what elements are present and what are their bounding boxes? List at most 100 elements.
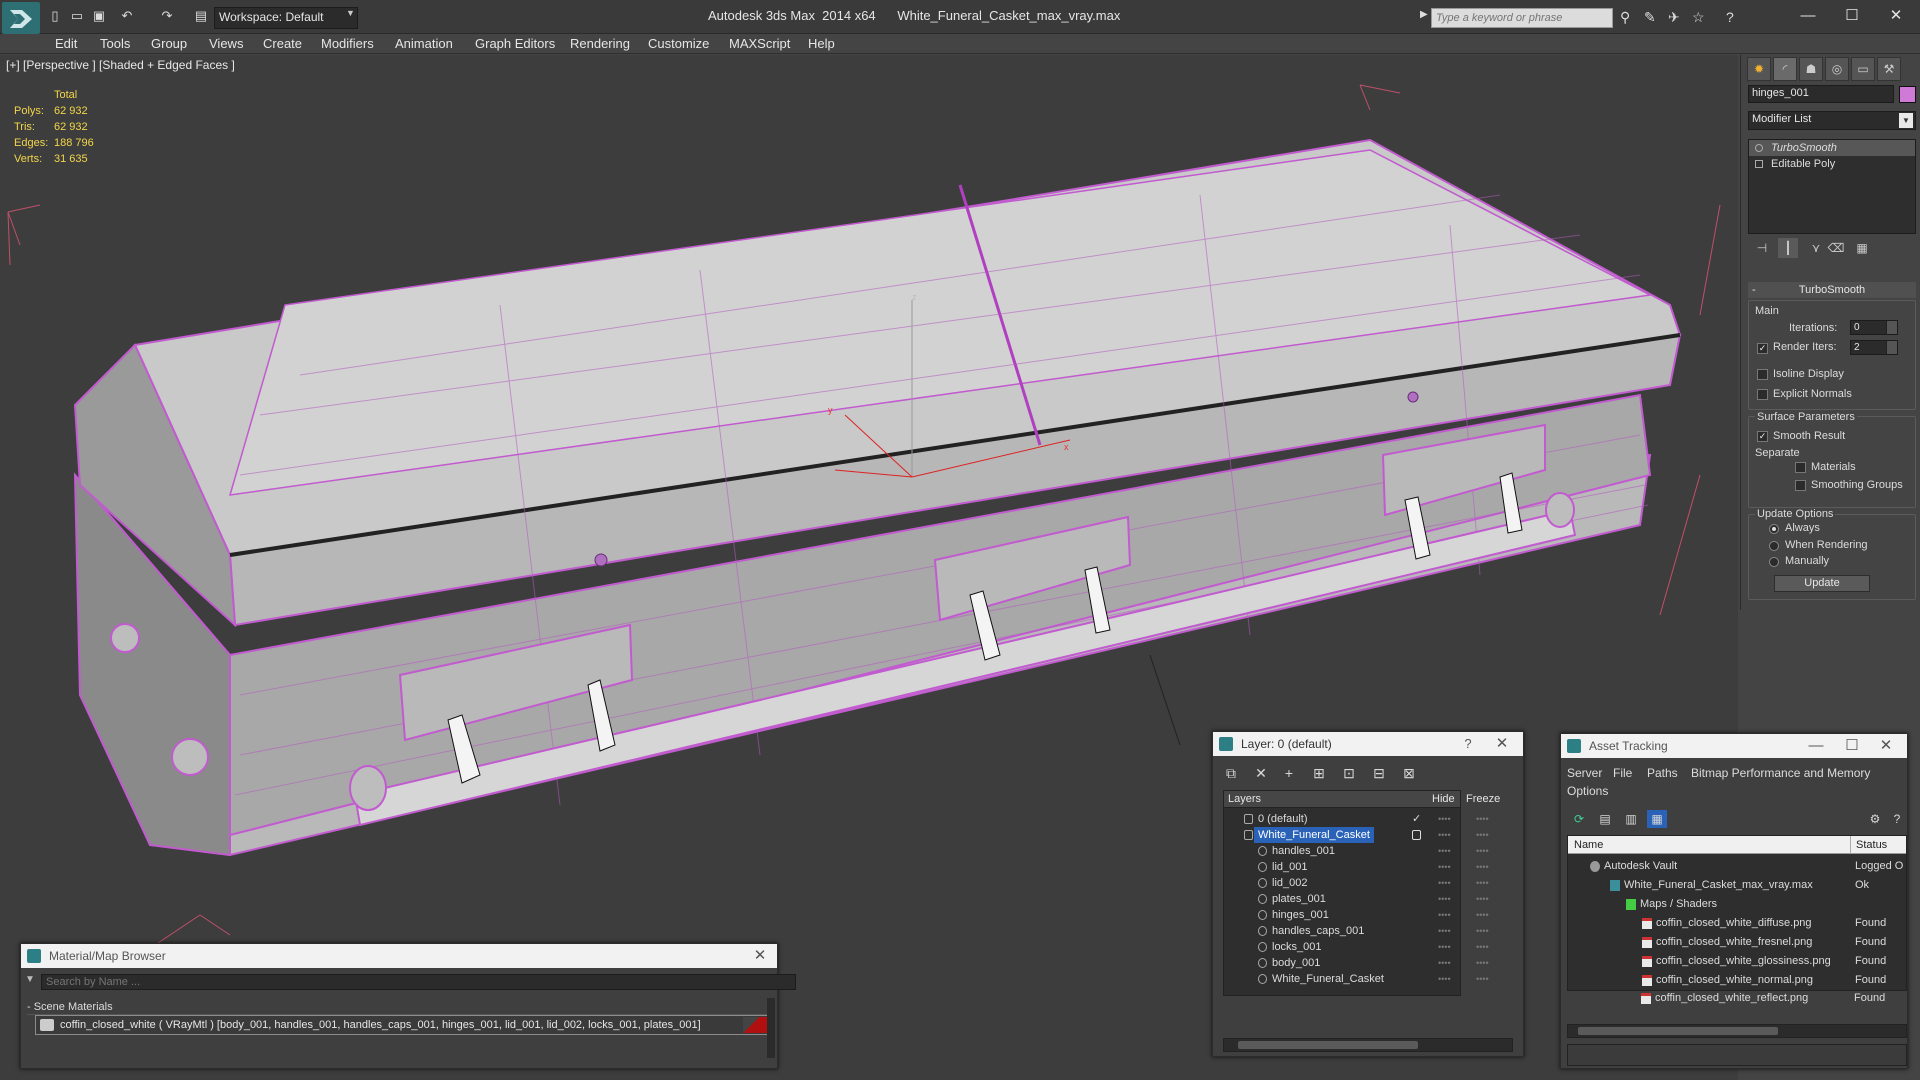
menu-maxscript[interactable]: MAXScript xyxy=(729,36,790,51)
menu-views[interactable]: Views xyxy=(209,36,243,51)
layer-row[interactable]: 0 (default) ✓ •••• •••• xyxy=(1224,811,1489,827)
lightbulb-icon[interactable] xyxy=(1755,144,1763,152)
asset-close-button[interactable]: ✕ xyxy=(1875,734,1897,758)
layer-options-icon[interactable]: ⧉ xyxy=(1221,764,1241,782)
asset-row[interactable]: coffin_closed_white_fresnel.png Found xyxy=(1568,934,1906,950)
hide-toggle[interactable]: •••• xyxy=(1438,971,1451,987)
add-to-layer-icon[interactable]: ⊞ xyxy=(1309,764,1329,782)
hide-toggle[interactable]: •••• xyxy=(1438,811,1451,827)
menu-customize[interactable]: Customize xyxy=(648,36,709,51)
freeze-toggle[interactable]: •••• xyxy=(1476,923,1489,939)
material-browser-titlebar[interactable]: Material/Map Browser ✕ xyxy=(21,944,777,968)
asset-row[interactable]: coffin_closed_white_diffuse.png Found xyxy=(1568,915,1906,931)
asset-menu-paths[interactable]: Paths xyxy=(1647,766,1678,780)
chevron-down-icon[interactable]: ▼ xyxy=(1899,113,1913,128)
chevron-down-icon[interactable]: ▼ xyxy=(346,8,355,18)
scene-materials-group[interactable]: - Scene Materials xyxy=(27,999,775,1015)
menu-animation[interactable]: Animation xyxy=(395,36,453,51)
layer-table[interactable]: Layers Hide Freeze 0 (default) ✓ •••• ••… xyxy=(1223,790,1500,996)
scrollbar-thumb[interactable] xyxy=(1578,1027,1778,1035)
create-tab-icon[interactable]: ✹ xyxy=(1747,57,1771,81)
redo-icon[interactable]: ↷ xyxy=(158,8,176,24)
asset-status-field[interactable] xyxy=(1567,1044,1907,1066)
asset-menu-server[interactable]: Server xyxy=(1567,766,1602,780)
pin-stack-icon[interactable]: ⊣ xyxy=(1752,238,1772,258)
manually-radio[interactable] xyxy=(1769,557,1779,567)
isoline-display-checkbox[interactable] xyxy=(1757,369,1768,380)
motion-tab-icon[interactable]: ◎ xyxy=(1825,57,1849,81)
material-browser-close-button[interactable]: ✕ xyxy=(749,944,771,968)
object-row[interactable]: handles_001 •••• •••• xyxy=(1224,843,1489,859)
open-file-icon[interactable]: ▭ xyxy=(68,8,86,24)
select-layer-icon[interactable]: ⊡ xyxy=(1339,764,1359,782)
asset-row[interactable]: coffin_closed_white_normal.png Found xyxy=(1568,972,1906,988)
iterations-spinner[interactable]: 0 xyxy=(1850,320,1898,335)
menu-edit[interactable]: Edit xyxy=(55,36,77,51)
make-unique-icon[interactable]: ⋎ xyxy=(1806,238,1826,258)
object-row[interactable]: locks_001 •••• •••• xyxy=(1224,939,1489,955)
search-options-icon[interactable]: ▼ xyxy=(25,974,35,985)
layer-window-titlebar[interactable]: Layer: 0 (default) ? ✕ xyxy=(1213,732,1523,756)
object-row[interactable]: lid_002 •••• •••• xyxy=(1224,875,1489,891)
new-file-icon[interactable]: ▯ xyxy=(46,8,64,24)
delete-layer-icon[interactable]: ✕ xyxy=(1251,764,1271,782)
stack-item-turbosmooth[interactable]: TurboSmooth xyxy=(1749,140,1915,156)
menu-graph-editors[interactable]: Graph Editors xyxy=(475,36,555,51)
explicit-normals-checkbox[interactable] xyxy=(1757,389,1768,400)
binoculars-icon[interactable]: ⚲ xyxy=(1620,9,1630,26)
freeze-toggle[interactable]: •••• xyxy=(1476,939,1489,955)
expand-arrow-icon[interactable]: ▶ xyxy=(1420,9,1428,20)
help-icon[interactable]: ? xyxy=(1726,9,1734,25)
close-button[interactable]: ✕ xyxy=(1876,4,1916,28)
grid-view-icon[interactable]: ▦ xyxy=(1647,810,1667,828)
asset-tracking-titlebar[interactable]: Asset Tracking — ☐ ✕ xyxy=(1561,734,1907,758)
help-button[interactable]: ? xyxy=(1457,732,1479,756)
refresh-icon[interactable]: ⟳ xyxy=(1569,810,1589,828)
project-folder-icon[interactable]: ▤ xyxy=(192,8,210,24)
asset-row[interactable]: Maps / Shaders xyxy=(1568,896,1906,912)
object-name-field[interactable]: hinges_001 xyxy=(1748,85,1894,103)
save-file-icon[interactable]: ▣ xyxy=(90,8,108,24)
object-row[interactable]: body_001 •••• •••• xyxy=(1224,955,1489,971)
freeze-toggle[interactable]: •••• xyxy=(1476,875,1489,891)
modifier-list-dropdown[interactable]: Modifier List ▼ xyxy=(1748,111,1916,130)
freeze-toggle[interactable]: •••• xyxy=(1476,955,1489,971)
show-end-result-icon[interactable]: ┃ xyxy=(1778,238,1798,258)
keyword-search-input[interactable] xyxy=(1431,8,1613,28)
freeze-toggle[interactable]: •••• xyxy=(1476,843,1489,859)
list-view-icon[interactable]: ▤ xyxy=(1595,810,1615,828)
hierarchy-tab-icon[interactable]: ☗ xyxy=(1799,57,1823,81)
asset-row[interactable]: Autodesk Vault Logged O xyxy=(1568,858,1906,874)
object-row[interactable]: plates_001 •••• •••• xyxy=(1224,891,1489,907)
freeze-toggle[interactable]: •••• xyxy=(1476,907,1489,923)
hide-toggle[interactable]: •••• xyxy=(1438,859,1451,875)
col-layers[interactable]: Layers xyxy=(1228,793,1261,805)
freeze-toggle[interactable]: •••• xyxy=(1476,859,1489,875)
freeze-toggle[interactable]: •••• xyxy=(1476,811,1489,827)
freeze-toggle[interactable]: •••• xyxy=(1476,971,1489,987)
subscription-icon[interactable]: ✈ xyxy=(1668,9,1680,26)
hide-toggle[interactable]: •••• xyxy=(1438,827,1451,843)
undo-icon[interactable]: ↶ xyxy=(118,8,136,24)
highlight-layer-icon[interactable]: ⊟ xyxy=(1369,764,1389,782)
asset-row[interactable]: White_Funeral_Casket_max_vray.max Ok xyxy=(1568,877,1906,893)
minimize-button[interactable]: — xyxy=(1788,4,1828,28)
workspace-dropdown[interactable]: Workspace: Default xyxy=(214,7,358,29)
asset-row[interactable]: coffin_closed_white_reflect.png Found xyxy=(1567,990,1907,1006)
settings-icon[interactable]: ⚙ xyxy=(1865,810,1885,828)
always-radio[interactable] xyxy=(1769,524,1779,534)
hide-toggle[interactable]: •••• xyxy=(1438,923,1451,939)
render-iters-checkbox[interactable]: ✓ xyxy=(1757,343,1768,354)
turbosmooth-rollout-header[interactable]: - TurboSmooth xyxy=(1748,282,1916,298)
hide-toggle[interactable]: •••• xyxy=(1438,875,1451,891)
freeze-toggle[interactable]: •••• xyxy=(1476,891,1489,907)
object-color-swatch[interactable] xyxy=(1899,86,1916,103)
col-freeze[interactable]: Freeze xyxy=(1466,793,1500,805)
set-current-icon[interactable] xyxy=(1412,830,1421,840)
display-tab-icon[interactable]: ▭ xyxy=(1851,57,1875,81)
col-name[interactable]: Name xyxy=(1574,836,1603,854)
maximize-button[interactable]: ☐ xyxy=(1832,4,1872,28)
table-view-icon[interactable]: ▥ xyxy=(1621,810,1641,828)
layer-close-button[interactable]: ✕ xyxy=(1491,732,1513,756)
menu-help[interactable]: Help xyxy=(808,36,835,51)
